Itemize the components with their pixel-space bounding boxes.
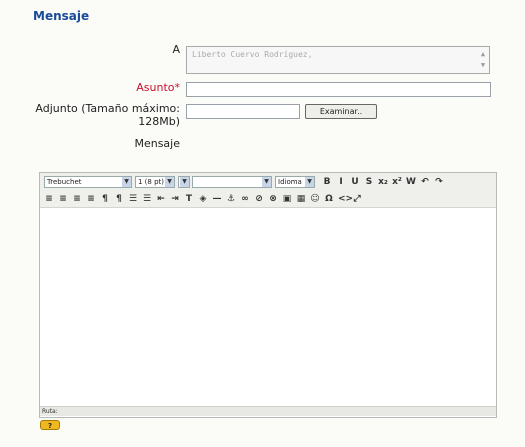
- italic-icon[interactable]: I: [336, 177, 346, 187]
- language-select-value: Idioma: [278, 178, 302, 186]
- format-select[interactable]: ▼: [192, 176, 272, 188]
- background-color-icon[interactable]: ◈: [198, 194, 208, 204]
- table-icon[interactable]: ▦: [296, 194, 306, 204]
- subject-input[interactable]: [186, 82, 491, 97]
- html-editor: Trebuchet ▼ 1 (8 pt) ▼ ▼ ▼ Idioma ▼ BIUS…: [39, 172, 497, 418]
- style-select[interactable]: ▼: [178, 176, 190, 188]
- chevron-down-icon: ▼: [180, 177, 189, 187]
- underline-icon[interactable]: U: [350, 177, 360, 187]
- ltr-icon[interactable]: ¶: [100, 194, 110, 204]
- outdent-icon[interactable]: ⇤: [156, 194, 166, 204]
- bold-icon[interactable]: B: [322, 177, 332, 187]
- attachment-label-line2: 128Mb): [138, 115, 180, 128]
- chevron-down-icon: ▼: [165, 177, 174, 187]
- help-icon[interactable]: ?: [40, 420, 60, 430]
- font-select[interactable]: Trebuchet ▼: [44, 176, 132, 188]
- editor-path-bar: Ruta:: [40, 406, 496, 416]
- horizontal-rule-icon[interactable]: —: [212, 194, 222, 204]
- to-scrollbar[interactable]: ▲ ▼: [479, 49, 487, 71]
- attachment-label: Adjunto (Tamaño máximo: 128Mb): [20, 102, 180, 128]
- justify-icon[interactable]: ≡: [86, 194, 96, 204]
- chevron-down-icon: ▼: [305, 177, 314, 187]
- attachment-label-line1: Adjunto (Tamaño máximo:: [35, 102, 180, 115]
- no-link-icon[interactable]: ⊗: [268, 194, 278, 204]
- attachment-input[interactable]: [186, 104, 300, 119]
- align-left-icon[interactable]: ≡: [44, 194, 54, 204]
- text-color-icon[interactable]: T: [184, 194, 194, 204]
- indent-icon[interactable]: ⇥: [170, 194, 180, 204]
- strikethrough-icon[interactable]: S: [364, 177, 374, 187]
- editor-toolbar-row-1: Trebuchet ▼ 1 (8 pt) ▼ ▼ ▼ Idioma ▼ BIUS…: [40, 173, 496, 192]
- rtl-icon[interactable]: ¶: [114, 194, 124, 204]
- fullscreen-icon[interactable]: ⤢: [352, 194, 362, 204]
- chevron-down-icon: ▼: [262, 177, 271, 187]
- unlink-icon[interactable]: ⊘: [254, 194, 264, 204]
- to-label: A: [172, 43, 180, 56]
- editor-toolbar-row-2: ≡ ≡ ≡ ≡ ¶ ¶ ☰ ☰ ⇤ ⇥ T ◈ — ⚓ ∞ ⊘ ⊗ ▣ ▦ ☺ Ω <> ⤢: [40, 191, 496, 208]
- form-title: Mensaje: [33, 9, 90, 23]
- required-mark: *: [174, 81, 181, 94]
- html-source-icon[interactable]: <>: [338, 194, 353, 204]
- size-select-value: 1 (8 pt): [138, 178, 165, 186]
- language-select[interactable]: Idioma ▼: [275, 176, 315, 188]
- special-char-icon[interactable]: Ω: [324, 194, 334, 204]
- anchor-icon[interactable]: ⚓: [226, 194, 236, 204]
- subject-label: Asunto*: [100, 81, 180, 94]
- font-select-value: Trebuchet: [47, 178, 82, 186]
- clean-word-icon[interactable]: W: [406, 177, 416, 187]
- align-center-icon[interactable]: ≡: [58, 194, 68, 204]
- subject-label-text: Asunto: [136, 81, 175, 94]
- browse-button[interactable]: Examinar..: [305, 104, 377, 119]
- message-label: Mensaje: [134, 137, 180, 150]
- smiley-icon[interactable]: ☺: [310, 194, 320, 204]
- link-icon[interactable]: ∞: [240, 194, 250, 204]
- chevron-down-icon: ▼: [122, 177, 131, 187]
- to-field[interactable]: Liberto Cuervo Rodríguez, ▲ ▼: [186, 46, 490, 74]
- unordered-list-icon[interactable]: ☰: [142, 194, 152, 204]
- image-icon[interactable]: ▣: [282, 194, 292, 204]
- subscript-icon[interactable]: x₂: [378, 177, 388, 187]
- ordered-list-icon[interactable]: ☰: [128, 194, 138, 204]
- size-select[interactable]: 1 (8 pt) ▼: [135, 176, 175, 188]
- to-value: Liberto Cuervo Rodríguez,: [192, 50, 313, 59]
- redo-icon[interactable]: ↷: [434, 177, 444, 187]
- editor-content-area[interactable]: [41, 209, 495, 405]
- undo-icon[interactable]: ↶: [420, 177, 430, 187]
- superscript-icon[interactable]: x²: [392, 177, 402, 187]
- align-right-icon[interactable]: ≡: [72, 194, 82, 204]
